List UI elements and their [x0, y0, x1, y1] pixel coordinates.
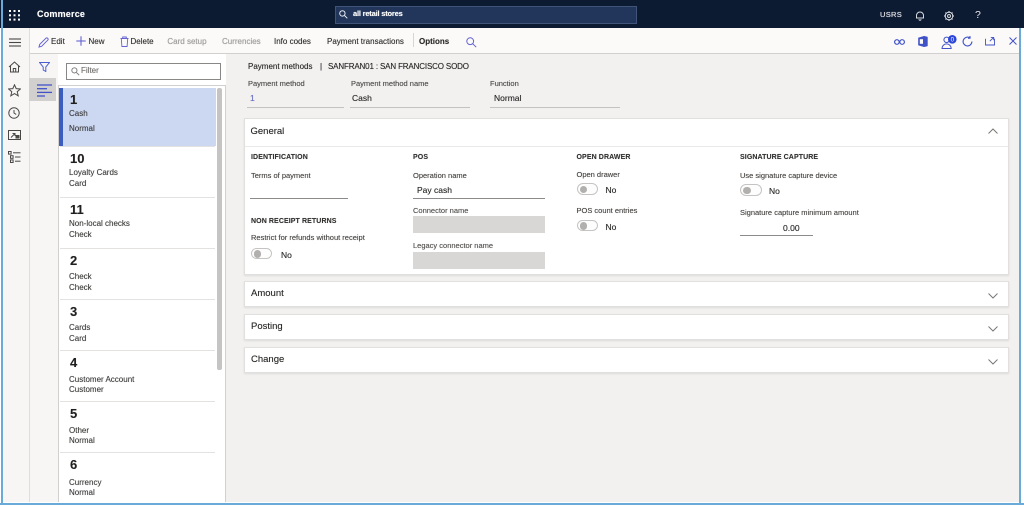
- svg-text:0: 0: [951, 36, 955, 43]
